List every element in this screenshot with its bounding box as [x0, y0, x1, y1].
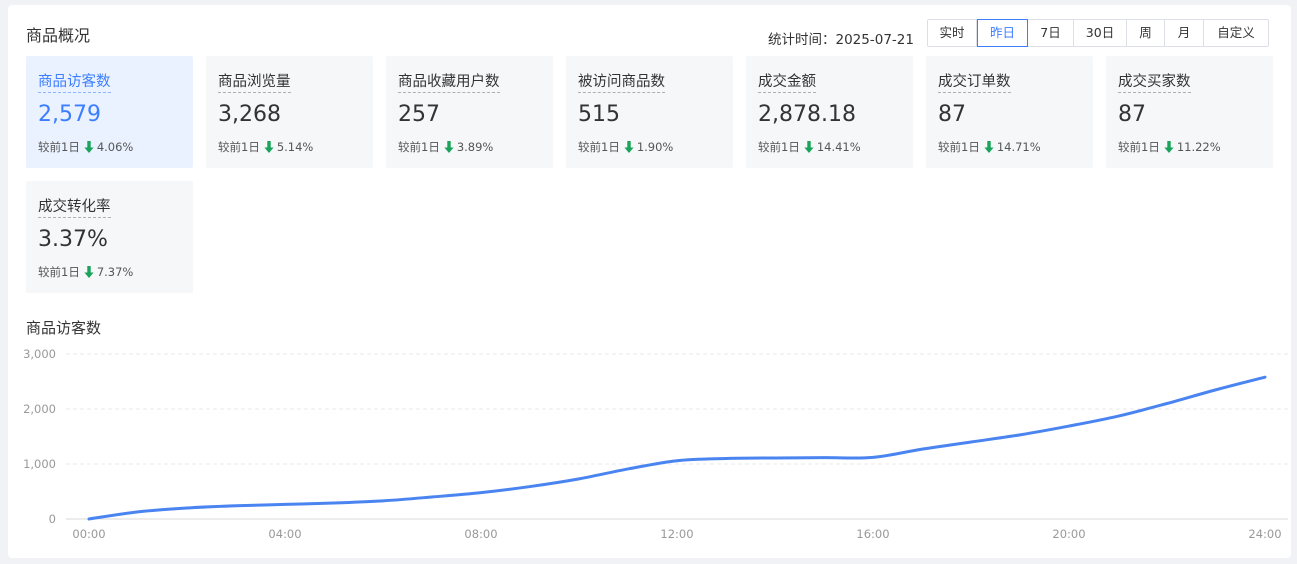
x-tick-label: 00:00 [72, 527, 105, 541]
y-tick-label: 1,000 [23, 457, 56, 471]
data-point[interactable] [377, 495, 389, 507]
x-tick-label: 04:00 [268, 527, 301, 541]
x-tick-label: 16:00 [856, 527, 889, 541]
data-point[interactable] [769, 452, 781, 464]
data-point[interactable] [916, 443, 928, 455]
data-point[interactable] [1014, 429, 1026, 441]
data-point[interactable] [1112, 410, 1124, 422]
data-point[interactable] [867, 451, 879, 463]
y-tick-label: 2,000 [23, 402, 56, 416]
y-tick-label: 3,000 [23, 347, 56, 361]
data-point[interactable] [181, 502, 193, 514]
data-point[interactable] [965, 436, 977, 448]
data-point[interactable] [818, 452, 830, 464]
data-point[interactable] [720, 453, 732, 465]
data-point[interactable] [132, 506, 144, 518]
data-point[interactable] [279, 498, 291, 510]
data-point[interactable] [1161, 398, 1173, 410]
data-point[interactable] [573, 473, 585, 485]
series-line-0 [87, 375, 1267, 521]
y-tick-label: 0 [49, 512, 56, 526]
data-point[interactable] [328, 497, 340, 509]
data-point[interactable] [1259, 371, 1271, 383]
x-tick-label: 12:00 [660, 527, 693, 541]
data-point[interactable] [83, 513, 95, 525]
data-point[interactable] [426, 491, 438, 503]
data-point[interactable] [475, 487, 487, 499]
x-tick-label: 08:00 [464, 527, 497, 541]
data-point[interactable] [671, 455, 683, 467]
data-point[interactable] [1063, 420, 1075, 432]
visitor-line-chart: 0 1,000 2,000 3,000 00:00 04:00 08:00 12:00 16:0… [23, 347, 1288, 541]
data-point[interactable] [1210, 384, 1222, 396]
data-point[interactable] [524, 481, 536, 493]
data-point[interactable] [230, 500, 242, 512]
data-point[interactable] [622, 463, 634, 475]
x-tick-label: 20:00 [1052, 527, 1085, 541]
x-tick-label: 24:00 [1248, 527, 1281, 541]
